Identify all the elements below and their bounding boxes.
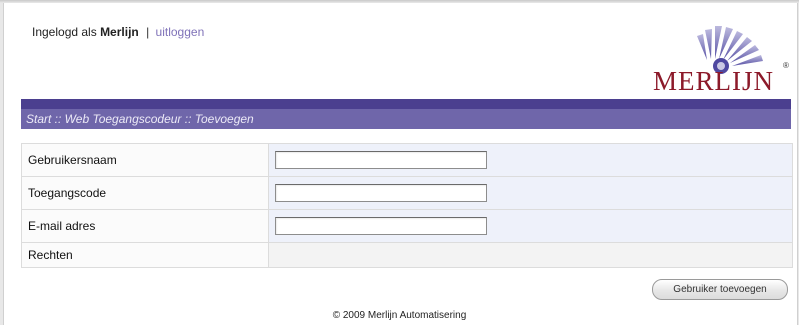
form-row-rights: Rechten [21, 242, 793, 268]
email-input[interactable] [275, 217, 487, 235]
username-input[interactable] [275, 151, 487, 169]
rights-label: Rechten [21, 242, 269, 268]
logout-link[interactable]: uitloggen [156, 25, 205, 39]
add-user-form: Gebruikersnaam Toegangscode E-mail adres… [21, 143, 793, 268]
email-label: E-mail adres [21, 209, 269, 243]
rights-cell [268, 242, 793, 268]
logo-text: MERLIJN [653, 66, 774, 94]
form-row-code: Toegangscode [21, 176, 793, 210]
username-cell [268, 143, 793, 177]
username: Merlijn [100, 25, 139, 39]
access-code-input[interactable] [275, 184, 487, 202]
breadcrumb: Start :: Web Toegangscodeur :: Toevoegen [26, 112, 254, 126]
code-label: Toegangscode [21, 176, 269, 210]
code-cell [268, 176, 793, 210]
separator: | [146, 25, 150, 39]
page: Ingelogd als Merlijn | uitloggen MERLIJN… [3, 3, 798, 325]
registered-mark: ® [783, 61, 789, 70]
footer-copyright: © 2009 Merlijn Automatisering [332, 310, 467, 321]
add-user-button[interactable]: Gebruiker toevoegen [652, 279, 788, 300]
login-prefix: Ingelogd als [32, 25, 97, 39]
form-row-username: Gebruikersnaam [21, 143, 793, 177]
breadcrumb-bar: Start :: Web Toegangscodeur :: Toevoegen [21, 99, 791, 129]
email-cell [268, 209, 793, 243]
username-label: Gebruikersnaam [21, 143, 269, 177]
form-row-email: E-mail adres [21, 209, 793, 243]
login-status: Ingelogd als Merlijn | uitloggen [32, 25, 204, 39]
merlijn-logo: MERLIJN ® [653, 26, 789, 94]
